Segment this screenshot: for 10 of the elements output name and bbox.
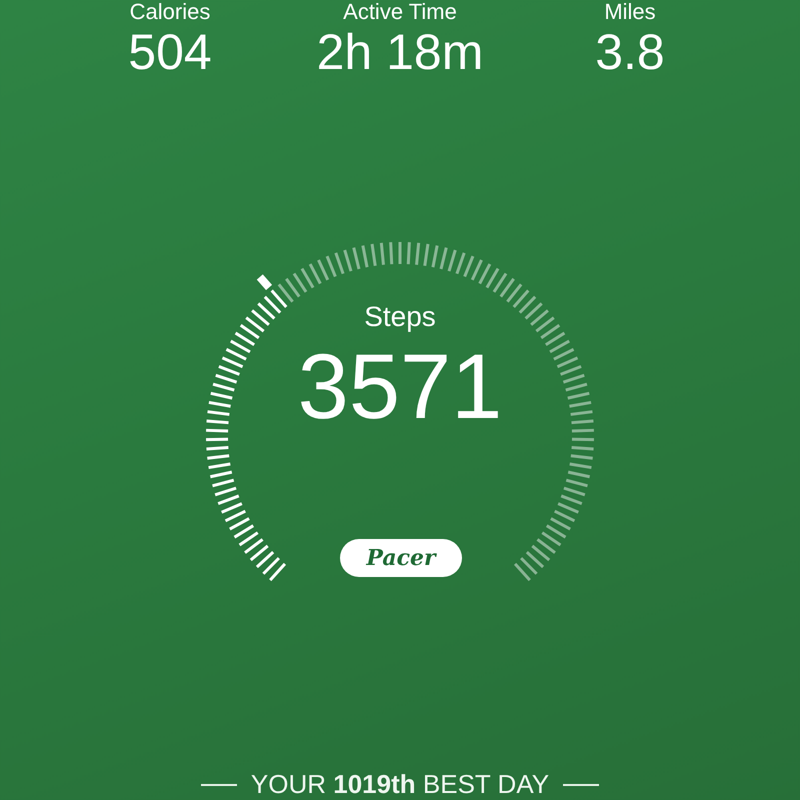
- stat-value: 3.8: [595, 24, 665, 80]
- stat-label: Miles: [604, 0, 656, 24]
- stat-label: Active Time: [343, 0, 457, 24]
- brand-logo: Pacer: [340, 539, 462, 577]
- steps-label: Steps: [364, 301, 436, 333]
- stat-value: 2h 18m: [316, 24, 484, 80]
- stat-value: 504: [128, 24, 212, 80]
- steps-count: 3571: [298, 337, 502, 437]
- best-day-text: YOUR 1019th BEST DAY: [250, 769, 550, 800]
- stat-label: Calories: [130, 0, 210, 24]
